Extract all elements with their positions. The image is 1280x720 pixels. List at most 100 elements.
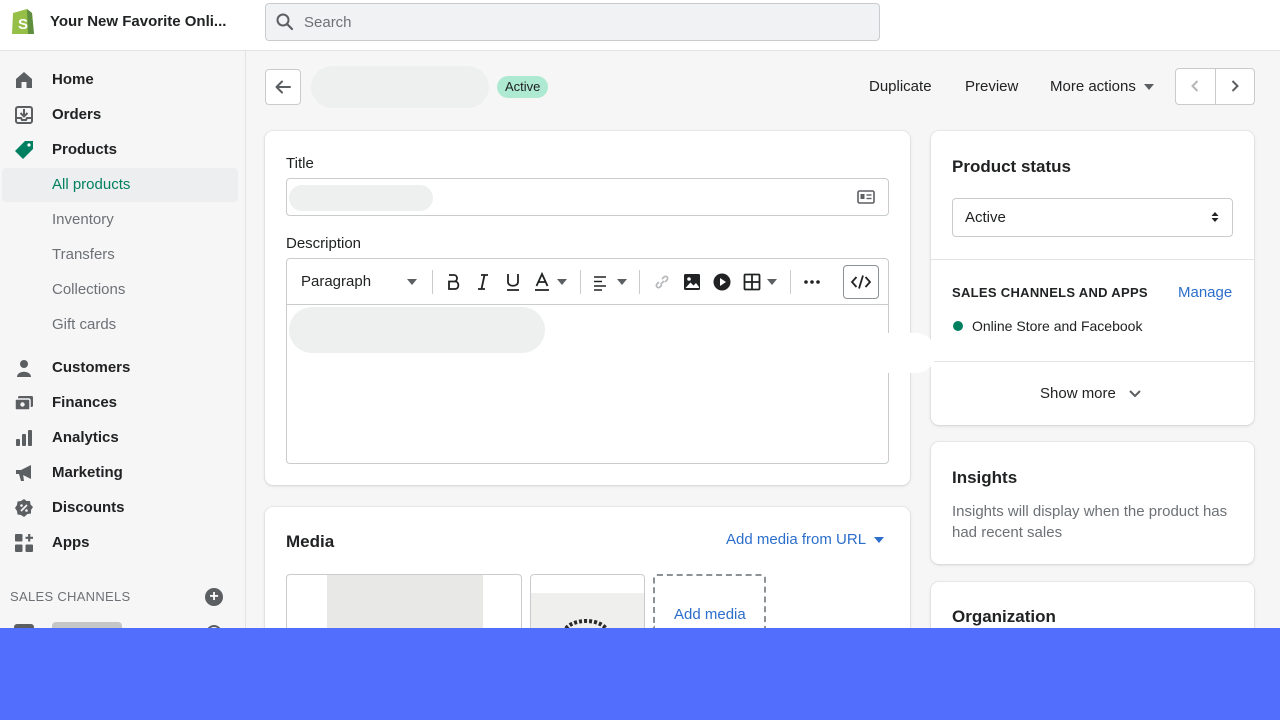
- product-status-title: Product status: [952, 157, 1072, 176]
- align-left-icon[interactable]: [593, 272, 609, 292]
- add-media-from-url-label: Add media from URL: [726, 531, 867, 548]
- video-icon[interactable]: [713, 272, 731, 292]
- show-more-label: Show more: [1040, 385, 1116, 402]
- tag-icon: [15, 141, 33, 159]
- sidebar-item-marketing[interactable]: Marketing: [0, 456, 245, 490]
- sales-channels-heading: SALES CHANNELS: [10, 589, 131, 604]
- media-title: Media: [286, 532, 335, 551]
- paragraph-caret-icon: [407, 279, 417, 285]
- more-actions-button[interactable]: More actions: [1050, 78, 1154, 95]
- back-button[interactable]: [265, 69, 301, 105]
- arrow-left-icon: [275, 80, 291, 94]
- svg-text:S: S: [18, 16, 28, 33]
- chevron-left-icon: [1191, 80, 1199, 92]
- image-icon[interactable]: [683, 272, 701, 292]
- sales-channels-apps-heading: SALES CHANNELS AND APPS: [952, 285, 1148, 300]
- discount-icon: [15, 499, 33, 517]
- bar-chart-icon: [16, 430, 32, 446]
- person-icon: [17, 360, 31, 377]
- preview-button[interactable]: Preview: [965, 78, 1018, 95]
- sidebar-subitem-inventory[interactable]: Inventory: [0, 203, 245, 237]
- link-icon[interactable]: [653, 272, 671, 292]
- top-bar: S Your New Favorite Onli... Search: [0, 0, 1280, 51]
- text-color-icon[interactable]: [534, 272, 550, 292]
- add-sales-channel-icon[interactable]: +: [205, 588, 223, 606]
- sidebar-item-discounts[interactable]: Discounts: [0, 491, 245, 525]
- description-text-redacted: [289, 307, 545, 353]
- status-select[interactable]: Active: [952, 198, 1233, 237]
- sidebar-item-label: Products: [52, 141, 118, 158]
- show-more-button[interactable]: Show more: [1040, 385, 1142, 402]
- pagination: [1175, 68, 1255, 105]
- search-input[interactable]: Search: [265, 3, 880, 41]
- organization-title: Organization: [952, 607, 1056, 626]
- sidebar-subitem-gift-cards[interactable]: Gift cards: [0, 308, 245, 342]
- add-media-label: Add media: [674, 606, 746, 623]
- autofill-card-icon: [857, 190, 875, 204]
- product-image: [327, 575, 483, 633]
- chevron-right-icon: [1231, 80, 1239, 92]
- media-thumbnail[interactable]: [530, 574, 645, 634]
- more-options-icon[interactable]: [803, 272, 821, 292]
- media-thumbnail[interactable]: [286, 574, 522, 634]
- title-input[interactable]: [286, 178, 889, 216]
- next-product-button[interactable]: [1216, 69, 1255, 104]
- sidebar-item-label: Analytics: [52, 429, 119, 446]
- select-arrows-icon: [1211, 212, 1219, 222]
- caret-down-icon: [1143, 84, 1154, 91]
- sidebar-subitem-transfers[interactable]: Transfers: [0, 238, 245, 272]
- product-title-redacted: [311, 66, 489, 108]
- sidebar-item-orders[interactable]: Orders: [0, 98, 245, 132]
- previous-product-button[interactable]: [1176, 69, 1215, 104]
- product-status-card: Product status Active SALES CHANNELS AND…: [931, 131, 1254, 425]
- show-html-button[interactable]: [843, 265, 879, 299]
- sidebar-item-products[interactable]: Products: [0, 133, 245, 167]
- underline-icon[interactable]: [505, 272, 521, 292]
- insights-text: Insights will display when the product h…: [952, 503, 1228, 541]
- description-label: Description: [286, 235, 362, 252]
- paragraph-select[interactable]: Paragraph: [301, 273, 371, 290]
- description-editor[interactable]: Paragraph: [286, 258, 889, 464]
- add-media-dropzone[interactable]: Add media: [653, 574, 766, 628]
- product-details-card: Title Description Paragraph: [265, 131, 910, 485]
- channel-label: Online Store and Facebook: [972, 318, 1143, 334]
- sidebar-item-label: Apps: [52, 534, 90, 551]
- sidebar-item-finances[interactable]: Finances: [0, 386, 245, 420]
- sidebar-item-customers[interactable]: Customers: [0, 351, 245, 385]
- sidebar-subitem-all-products[interactable]: All products: [2, 168, 238, 202]
- status-badge: Active: [497, 76, 549, 98]
- sidebar-item-label: Discounts: [52, 499, 125, 516]
- shopify-logo-icon[interactable]: S: [8, 6, 36, 36]
- channel-active-dot: [953, 321, 963, 331]
- sidebar-item-label: Customers: [52, 359, 131, 376]
- sidebar: Home Orders Products All products Invent…: [0, 51, 246, 628]
- sidebar-item-apps[interactable]: Apps: [0, 526, 245, 560]
- sidebar-item-home[interactable]: Home: [0, 63, 245, 97]
- sidebar-item-analytics[interactable]: Analytics: [0, 421, 245, 455]
- sidebar-item-label: Orders: [52, 106, 102, 123]
- italic-icon[interactable]: [475, 272, 491, 292]
- rich-text-toolbar: Paragraph: [287, 259, 889, 305]
- caret-down-icon: [874, 537, 885, 544]
- table-icon[interactable]: [743, 272, 761, 292]
- bottom-overlay-band: [0, 628, 1280, 720]
- store-name[interactable]: Your New Favorite Onli...: [50, 13, 226, 30]
- insights-card: Insights Insights will display when the …: [931, 442, 1254, 564]
- bold-icon[interactable]: [445, 272, 461, 292]
- add-media-from-url-button[interactable]: Add media from URL: [726, 531, 885, 548]
- title-value-redacted: [289, 185, 433, 211]
- manage-channels-link[interactable]: Manage: [1178, 284, 1232, 301]
- more-actions-label: More actions: [1050, 78, 1136, 95]
- sidebar-subitem-collections[interactable]: Collections: [0, 273, 245, 307]
- search-placeholder: Search: [304, 14, 352, 31]
- apps-icon: [15, 534, 33, 552]
- redaction-smudge: [888, 333, 936, 373]
- sidebar-item-label: Marketing: [52, 464, 123, 481]
- sidebar-item-label: Finances: [52, 394, 118, 411]
- code-icon: [851, 275, 871, 289]
- finances-icon: [14, 396, 33, 411]
- megaphone-icon: [16, 465, 31, 481]
- duplicate-button[interactable]: Duplicate: [869, 78, 932, 95]
- chevron-down-icon: [1129, 390, 1141, 398]
- sidebar-subitem-label: All products: [52, 176, 131, 193]
